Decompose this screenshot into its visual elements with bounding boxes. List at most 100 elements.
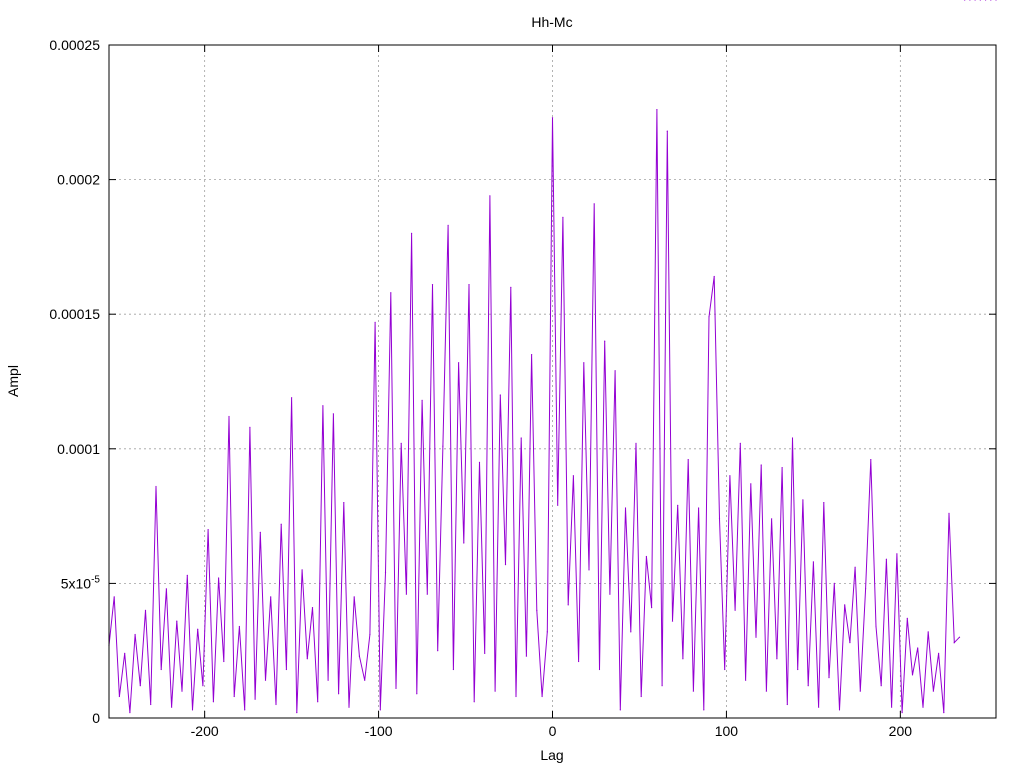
data-point xyxy=(291,397,293,399)
data-point xyxy=(609,593,611,595)
data-point xyxy=(718,518,721,520)
y-tick-label: 0.0001 xyxy=(57,441,100,457)
data-point xyxy=(223,660,225,663)
data-point xyxy=(745,679,747,681)
data-point xyxy=(285,668,287,671)
data-point xyxy=(943,712,945,714)
x-tick-label: -200 xyxy=(191,723,219,739)
data-point xyxy=(322,405,324,407)
data-point xyxy=(927,631,929,633)
data-point xyxy=(614,370,616,372)
data-point xyxy=(854,566,856,568)
data-point xyxy=(922,706,924,708)
data-point xyxy=(520,437,522,439)
data-point xyxy=(802,499,804,501)
data-point xyxy=(739,442,741,444)
data-point xyxy=(536,609,538,611)
data-point xyxy=(113,596,115,598)
data-point xyxy=(494,690,496,692)
data-point xyxy=(953,642,955,644)
data-point xyxy=(249,426,251,428)
y-tick-label-text: 0 xyxy=(92,710,100,726)
data-point xyxy=(666,130,668,132)
data-point xyxy=(306,658,308,660)
data-point xyxy=(687,459,689,461)
data-point xyxy=(270,596,272,598)
data-point xyxy=(442,445,444,447)
data-point xyxy=(828,677,830,679)
data-point xyxy=(724,668,726,671)
data-point xyxy=(489,195,491,197)
data-point xyxy=(786,703,788,706)
data-point xyxy=(515,695,517,698)
data-point xyxy=(301,569,303,571)
data-point xyxy=(405,593,407,595)
data-point xyxy=(588,569,590,571)
data-point xyxy=(197,628,199,630)
y-tick-label: 0.0002 xyxy=(57,172,100,188)
data-point xyxy=(645,555,648,558)
data-point xyxy=(765,690,768,692)
data-point xyxy=(755,636,757,638)
data-point xyxy=(332,413,334,415)
data-point xyxy=(885,558,888,560)
data-point xyxy=(572,475,575,477)
data-point xyxy=(870,459,872,461)
data-point xyxy=(348,706,350,708)
y-tick-label-text: 0.00025 xyxy=(49,37,100,53)
data-point xyxy=(682,658,684,660)
data-point xyxy=(431,284,434,286)
data-point xyxy=(551,117,554,119)
data-point xyxy=(296,712,298,714)
data-point xyxy=(254,698,256,700)
data-point xyxy=(379,709,381,711)
data-point xyxy=(703,709,705,711)
data-point xyxy=(207,529,209,531)
data-point xyxy=(280,523,282,525)
data-point xyxy=(781,467,783,469)
data-point xyxy=(760,464,762,466)
y-tick-label-text: 0.0001 xyxy=(57,441,100,457)
data-point xyxy=(364,679,366,681)
data-point xyxy=(411,232,413,234)
data-point xyxy=(233,695,235,698)
data-point xyxy=(421,399,423,401)
data-point xyxy=(327,679,329,681)
data-point xyxy=(186,574,188,576)
data-point xyxy=(557,504,559,506)
data-point xyxy=(630,631,632,633)
data-point xyxy=(139,685,141,687)
data-point xyxy=(865,588,867,590)
data-point xyxy=(541,695,543,698)
data-point xyxy=(651,607,653,609)
data-point xyxy=(426,593,428,595)
data-point xyxy=(144,609,147,611)
data-point xyxy=(353,596,355,598)
data-point xyxy=(181,690,183,692)
data-point xyxy=(838,709,841,711)
data-point xyxy=(896,553,898,555)
data-point xyxy=(562,216,564,218)
data-point xyxy=(823,502,825,504)
data-point xyxy=(692,690,695,692)
data-point xyxy=(776,658,778,660)
data-point xyxy=(849,642,851,644)
data-point xyxy=(238,625,240,628)
data-point xyxy=(708,316,710,318)
y-tick-label-text: 0.0002 xyxy=(57,172,100,188)
x-tick-label: 200 xyxy=(889,723,913,739)
data-point xyxy=(129,712,131,714)
data-point xyxy=(598,668,601,671)
y-tick-label: 0 xyxy=(92,710,100,726)
data-point xyxy=(891,706,893,708)
data-point xyxy=(150,703,152,706)
data-point xyxy=(750,483,752,485)
data-point xyxy=(504,564,507,566)
data-point xyxy=(593,203,595,205)
data-point xyxy=(171,706,173,708)
data-point xyxy=(317,701,319,703)
data-point xyxy=(938,652,940,655)
x-tick-label: -100 xyxy=(365,723,393,739)
data-point xyxy=(911,674,914,676)
y-axis-label: Ampl xyxy=(5,365,21,397)
